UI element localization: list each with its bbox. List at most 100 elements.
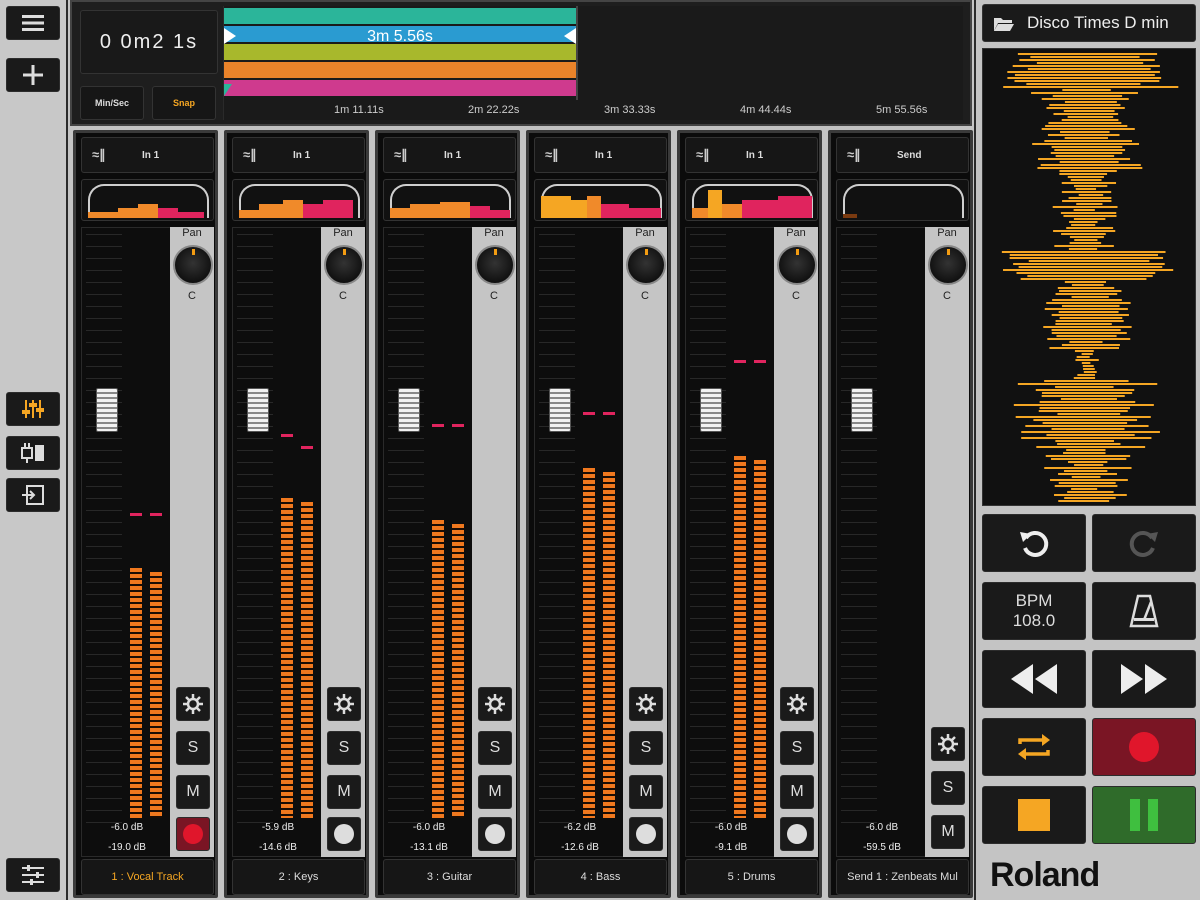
pause-button[interactable] bbox=[1092, 786, 1196, 844]
eq-display[interactable] bbox=[232, 179, 365, 221]
channel-meter[interactable]: -6.0 dB -19.0 dB bbox=[81, 227, 171, 857]
song-waveform[interactable] bbox=[982, 48, 1196, 506]
clip-track-1[interactable] bbox=[224, 8, 576, 24]
eq-display[interactable] bbox=[836, 179, 969, 221]
input-selector[interactable]: ≈∥ Send bbox=[836, 137, 969, 173]
mute-button[interactable]: M bbox=[931, 815, 965, 849]
track-name[interactable]: 3 : Guitar bbox=[383, 859, 516, 895]
volume-fader[interactable] bbox=[247, 388, 269, 432]
level-meter-right bbox=[301, 502, 313, 818]
solo-button[interactable]: S bbox=[327, 731, 361, 765]
track-name[interactable]: Send 1 : Zenbeats Mul bbox=[836, 859, 969, 895]
bpm-button[interactable]: BPM 108.0 bbox=[982, 582, 1086, 640]
volume-fader[interactable] bbox=[700, 388, 722, 432]
track-name[interactable]: 5 : Drums bbox=[685, 859, 818, 895]
input-selector[interactable]: ≈∥ In 1 bbox=[232, 137, 365, 173]
solo-button[interactable]: S bbox=[478, 731, 512, 765]
channel-settings-button[interactable] bbox=[780, 687, 814, 721]
eq-band bbox=[571, 200, 587, 218]
metronome-button[interactable] bbox=[1092, 582, 1196, 640]
mute-button[interactable]: M bbox=[780, 775, 814, 809]
channel-meter[interactable]: -5.9 dB -14.6 dB bbox=[232, 227, 322, 857]
waveform-slice bbox=[1061, 305, 1120, 307]
input-selector[interactable]: ≈∥ In 1 bbox=[685, 137, 818, 173]
clip-track-3[interactable] bbox=[224, 44, 576, 60]
stop-button[interactable] bbox=[982, 786, 1086, 844]
pan-knob[interactable] bbox=[777, 245, 817, 285]
add-track-button[interactable] bbox=[6, 58, 60, 92]
playhead-marker-icon[interactable] bbox=[224, 84, 234, 98]
channel-meter[interactable]: -6.0 dB -13.1 dB bbox=[383, 227, 473, 857]
waveform-slice bbox=[1081, 362, 1091, 364]
mute-button[interactable]: M bbox=[629, 775, 663, 809]
pan-knob[interactable] bbox=[928, 245, 968, 285]
eq-band bbox=[742, 200, 778, 218]
solo-button[interactable]: S bbox=[780, 731, 814, 765]
record-arm-button[interactable] bbox=[478, 817, 512, 851]
volume-fader[interactable] bbox=[398, 388, 420, 432]
record-arm-button[interactable] bbox=[780, 817, 814, 851]
mixer-channel: ≈∥ In 1 -6.0 dB -19.0 dB Pan C S M 1 : V bbox=[73, 130, 218, 898]
volume-fader[interactable] bbox=[549, 388, 571, 432]
pan-label: Pan bbox=[182, 227, 202, 239]
mute-button[interactable]: M bbox=[478, 775, 512, 809]
loop-end-marker-icon[interactable] bbox=[564, 28, 578, 44]
channel-settings-button[interactable] bbox=[629, 687, 663, 721]
solo-button[interactable]: S bbox=[176, 731, 210, 765]
plugin-view-button[interactable] bbox=[6, 436, 60, 470]
pan-knob[interactable] bbox=[173, 245, 213, 285]
channel-meter[interactable]: -6.2 dB -12.6 dB bbox=[534, 227, 624, 857]
clip-track-5[interactable] bbox=[224, 80, 576, 96]
channel-settings-button[interactable] bbox=[327, 687, 361, 721]
level-db-readout: -14.6 dB bbox=[259, 842, 297, 853]
time-display[interactable]: 0 0m2 1s bbox=[80, 10, 218, 74]
track-name[interactable]: 2 : Keys bbox=[232, 859, 365, 895]
pan-knob[interactable] bbox=[626, 245, 666, 285]
menu-button[interactable] bbox=[6, 6, 60, 40]
pan-knob[interactable] bbox=[324, 245, 364, 285]
undo-button[interactable] bbox=[982, 514, 1086, 572]
loop-start-marker-icon[interactable] bbox=[224, 28, 238, 44]
solo-button[interactable]: S bbox=[629, 731, 663, 765]
waveform-slice bbox=[1035, 389, 1135, 391]
record-arm-button[interactable] bbox=[176, 817, 210, 851]
eq-display[interactable] bbox=[383, 179, 516, 221]
volume-fader[interactable] bbox=[96, 388, 118, 432]
record-arm-button[interactable] bbox=[629, 817, 663, 851]
input-selector[interactable]: ≈∥ In 1 bbox=[81, 137, 214, 173]
volume-fader[interactable] bbox=[851, 388, 873, 432]
eq-display[interactable] bbox=[534, 179, 667, 221]
export-button[interactable] bbox=[6, 478, 60, 512]
clip-track-4[interactable] bbox=[224, 62, 576, 78]
eq-display[interactable] bbox=[685, 179, 818, 221]
track-name[interactable]: 4 : Bass bbox=[534, 859, 667, 895]
snap-toggle[interactable]: Snap bbox=[152, 86, 216, 120]
track-name[interactable]: 1 : Vocal Track bbox=[81, 859, 214, 895]
loop-button[interactable] bbox=[982, 718, 1086, 776]
channel-meter[interactable]: -6.0 dB -59.5 dB bbox=[836, 227, 926, 857]
channel-settings-button[interactable] bbox=[176, 687, 210, 721]
channel-settings-button[interactable] bbox=[478, 687, 512, 721]
mixer-view-button[interactable] bbox=[6, 392, 60, 426]
record-arm-button[interactable] bbox=[327, 817, 361, 851]
solo-button[interactable]: S bbox=[931, 771, 965, 805]
input-selector[interactable]: ≈∥ In 1 bbox=[534, 137, 667, 173]
input-selector[interactable]: ≈∥ In 1 bbox=[383, 137, 516, 173]
track-settings-button[interactable] bbox=[6, 858, 60, 892]
mute-button[interactable]: M bbox=[176, 775, 210, 809]
channel-meter[interactable]: -6.0 dB -9.1 dB bbox=[685, 227, 775, 857]
pan-knob[interactable] bbox=[475, 245, 515, 285]
song-selector[interactable]: Disco Times D min bbox=[982, 4, 1196, 42]
record-button[interactable] bbox=[1092, 718, 1196, 776]
rewind-button[interactable] bbox=[982, 650, 1086, 708]
gear-icon bbox=[938, 734, 958, 754]
fast-forward-button[interactable] bbox=[1092, 650, 1196, 708]
min-sec-toggle[interactable]: Min/Sec bbox=[80, 86, 144, 120]
waveform-slice bbox=[1054, 149, 1126, 151]
mute-button[interactable]: M bbox=[327, 775, 361, 809]
eq-display[interactable] bbox=[81, 179, 214, 221]
redo-button[interactable] bbox=[1092, 514, 1196, 572]
channel-settings-button[interactable] bbox=[931, 727, 965, 761]
waveform-slice bbox=[1057, 443, 1121, 445]
timeline[interactable]: 3m 5.56s 1m 11.11s 2m 22.22s 3m 33.33s 4… bbox=[223, 6, 963, 120]
